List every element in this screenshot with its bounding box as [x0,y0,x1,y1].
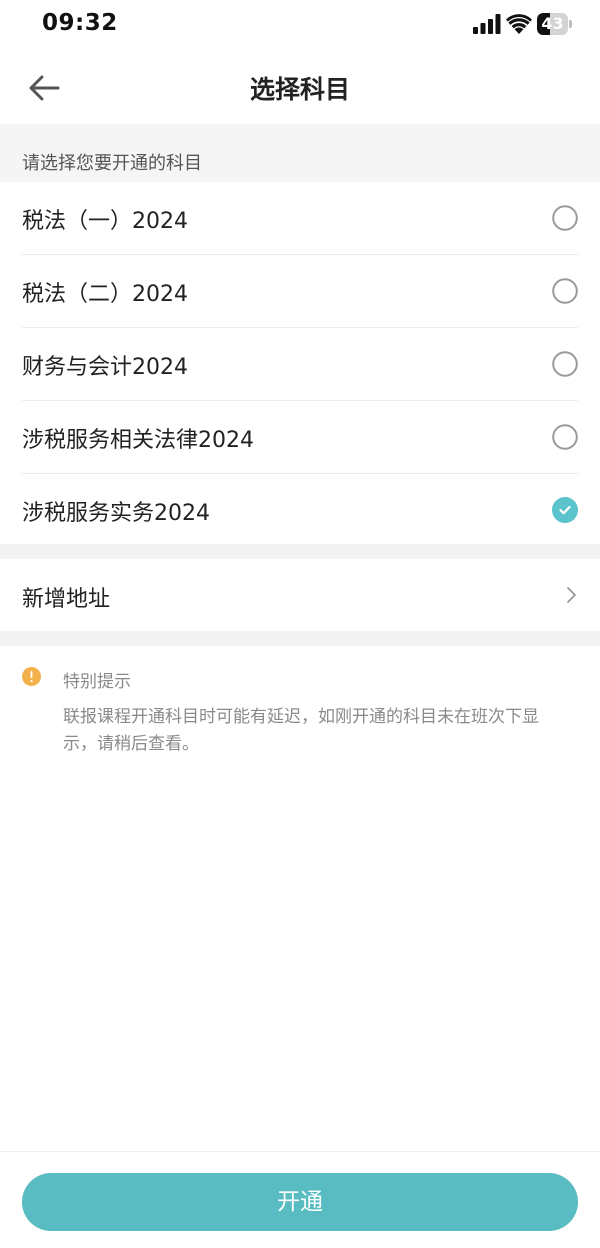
subject-label: 涉税服务相关法律2024 [22,428,254,453]
wifi-icon [506,14,532,34]
radio-unchecked-icon[interactable] [552,205,578,231]
radio-checked-icon[interactable] [552,497,578,523]
page: 09:32 43 选择科目 请选择您要开通的科目 税法（一）2024 税法（二）… [0,0,600,1248]
subject-item[interactable]: 财务与会计2024 [22,328,578,401]
footer: 开通 [0,1151,600,1248]
section-hint: 请选择您要开通的科目 [22,153,202,174]
battery-level: 43 [541,14,564,33]
radio-unchecked-icon[interactable] [552,278,578,304]
add-address-row[interactable]: 新增地址 [0,559,600,631]
section-divider [0,544,600,559]
section-divider [0,631,600,646]
add-address-label: 新增地址 [22,587,111,612]
battery-icon: 43 [537,13,573,35]
subject-label: 财务与会计2024 [22,355,188,380]
notice-title: 特别提示 [63,672,131,692]
subject-item[interactable]: 税法（一）2024 [22,182,578,255]
page-title: 选择科目 [249,75,350,104]
nav-bar: 选择科目 [0,52,600,124]
battery-cap [569,20,572,28]
status-time: 09:32 [42,10,118,36]
radio-unchecked-icon[interactable] [552,424,578,450]
section-header: 请选择您要开通的科目 [0,124,600,182]
subject-item[interactable]: 涉税服务相关法律2024 [22,401,578,474]
status-bar: 09:32 43 [0,0,600,52]
subject-item[interactable]: 税法（二）2024 [22,255,578,328]
signal-icon [473,14,501,34]
notice-body: 联报课程开通科目时可能有延迟，如刚开通的科目未在班次下显示，请稍后查看。 [63,707,539,754]
subject-item[interactable]: 涉税服务实务2024 [22,474,578,546]
chevron-right-icon [567,587,576,603]
subject-label: 税法（一）2024 [22,209,188,234]
radio-unchecked-icon[interactable] [552,351,578,377]
subject-label: 税法（二）2024 [22,282,188,307]
open-button[interactable]: 开通 [22,1173,578,1231]
info-icon [22,667,41,686]
subject-list: 税法（一）2024 税法（二）2024 财务与会计2024 涉税服务相关法律20… [0,182,600,546]
subject-label: 涉税服务实务2024 [22,501,210,526]
battery-body: 43 [537,13,568,35]
